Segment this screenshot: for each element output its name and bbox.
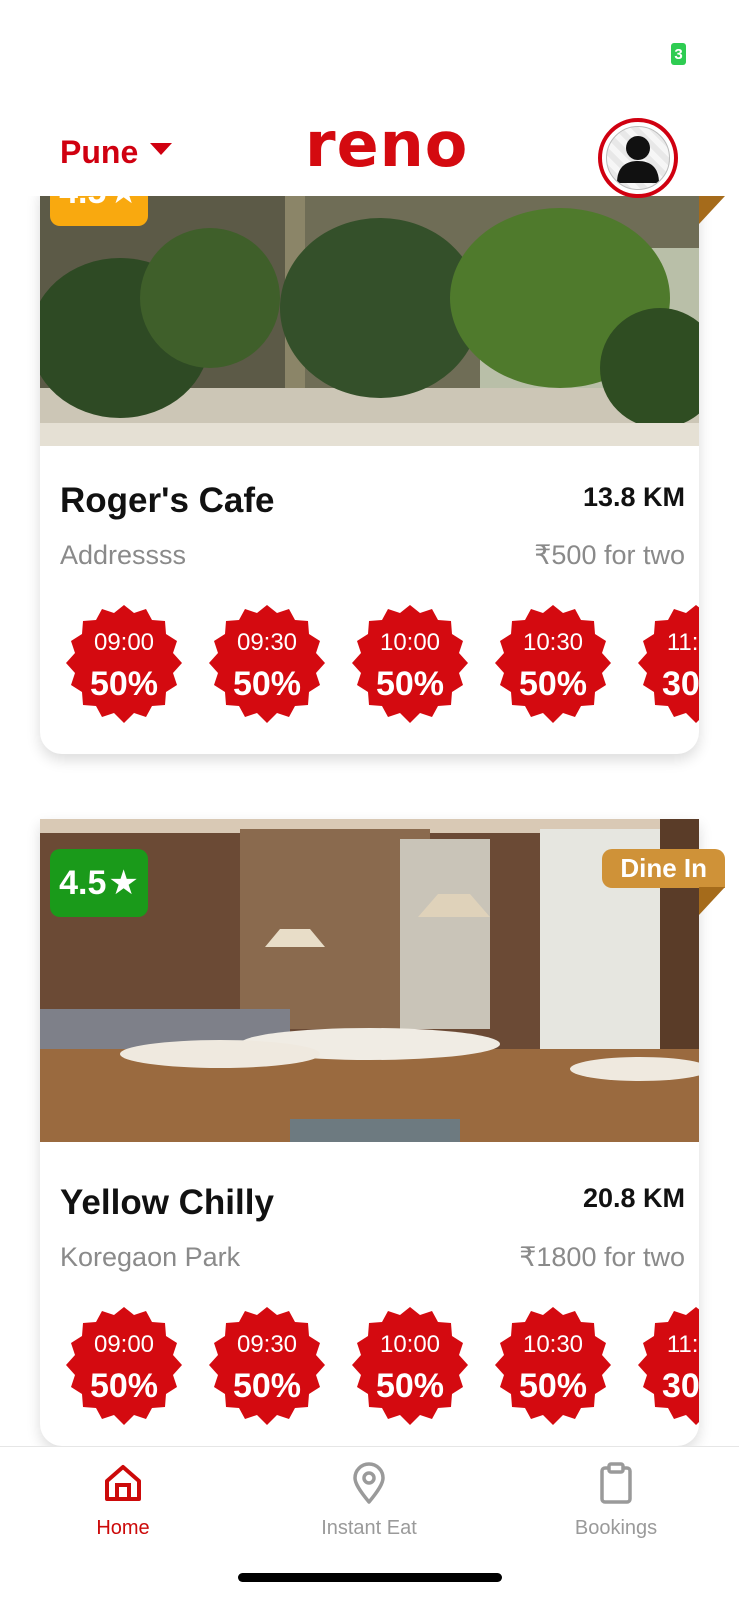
nav-bookings[interactable]: Bookings (516, 1447, 716, 1557)
restaurant-price: ₹500 for two (534, 540, 685, 570)
ribbon-fold (699, 887, 725, 915)
nav-home-label: Home (96, 1517, 150, 1539)
rating-badge: 4.5★ (50, 196, 148, 226)
restaurant-distance: 13.8 KM (582, 482, 685, 512)
restaurant-list[interactable]: 4.5★ Roger's Cafe 13.8 KM Addressss ₹500… (0, 196, 739, 1446)
clipboard-icon (600, 1462, 632, 1504)
time-slot[interactable]: 11:00 30% (634, 1305, 699, 1429)
time-slot[interactable]: 09:30 50% (205, 1305, 329, 1429)
restaurant-price: ₹1800 for two (519, 1242, 685, 1272)
app-header: Pune reno (0, 108, 739, 198)
user-icon (617, 136, 659, 183)
time-slot[interactable]: 10:00 50% (348, 603, 472, 727)
nav-instant-eat[interactable]: Instant Eat (269, 1447, 469, 1557)
restaurant-card[interactable]: 4.5★ Roger's Cafe 13.8 KM Addressss ₹500… (40, 196, 725, 754)
restaurant-address: Koregaon Park (60, 1242, 241, 1272)
time-slot[interactable]: 10:30 50% (491, 603, 615, 727)
time-slot[interactable]: 09:00 50% (62, 1305, 186, 1429)
time-slot-list[interactable]: 09:00 50% 09:30 50% 10:00 50% 10:30 50% … (40, 603, 699, 735)
restaurant-name: Yellow Chilly (60, 1183, 274, 1222)
caret-down-icon (150, 142, 173, 155)
location-pin-icon (353, 1462, 385, 1504)
tag-ribbon: Dine In (602, 849, 725, 915)
time-slot[interactable]: 10:00 50% (348, 1305, 472, 1429)
home-indicator[interactable] (238, 1573, 502, 1582)
home-icon (105, 1465, 141, 1501)
star-icon: ★ (108, 196, 138, 212)
rating-badge: 4.5★ (50, 849, 148, 917)
star-icon: ★ (108, 864, 139, 902)
nav-home[interactable]: Home (23, 1447, 223, 1557)
restaurant-address: Addressss (60, 540, 187, 570)
ribbon-fold (699, 196, 725, 224)
profile-avatar-button[interactable] (598, 118, 678, 198)
nav-instant-eat-label: Instant Eat (321, 1517, 417, 1539)
time-slot[interactable]: 10:30 50% (491, 1305, 615, 1429)
dine-in-tag: Dine In (602, 849, 725, 888)
restaurant-distance: 20.8 KM (582, 1183, 685, 1213)
restaurant-photo (40, 196, 699, 446)
time-slot[interactable]: 09:00 50% (62, 603, 186, 727)
app-logo: reno (305, 108, 469, 181)
time-slot[interactable]: 11:00 30% (634, 603, 699, 727)
notification-badge: 3 (671, 43, 686, 65)
nav-bookings-label: Bookings (574, 1517, 658, 1539)
time-slot-list[interactable]: 09:00 50% 09:30 50% 10:00 50% 10:30 50% … (40, 1305, 699, 1437)
city-label: Pune (60, 134, 139, 170)
restaurant-name: Roger's Cafe (60, 481, 275, 520)
time-slot[interactable]: 09:30 50% (205, 603, 329, 727)
city-selector[interactable]: Pune (60, 134, 173, 171)
restaurant-card[interactable]: 4.5 ★ Dine In Yellow Chilly 20.8 KM Koreg… (40, 819, 725, 1446)
